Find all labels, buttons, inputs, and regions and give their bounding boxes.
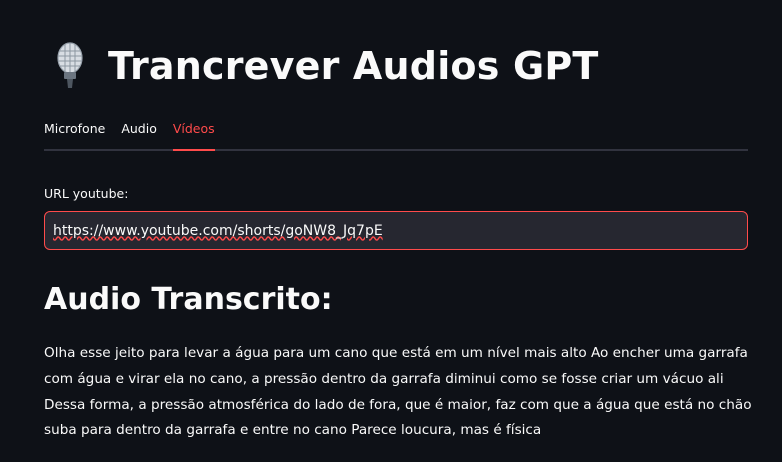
app-page: Trancrever Audios GPT Microfone Audio Ví… — [0, 0, 782, 462]
transcript-text: Olha esse jeito para levar a água para u… — [44, 345, 752, 439]
tab-bar: Microfone Audio Vídeos — [44, 112, 748, 151]
page-title: Trancrever Audios GPT — [108, 44, 599, 88]
youtube-url-input[interactable]: https://www.youtube.com/shorts/goNW8_Jq7… — [44, 211, 748, 250]
url-field-label: URL youtube: — [44, 186, 129, 201]
tab-videos[interactable]: Vídeos — [172, 112, 215, 151]
transcript-heading: Audio Transcrito: — [44, 282, 333, 317]
microphone-icon — [57, 42, 83, 88]
youtube-url-value: https://www.youtube.com/shorts/goNW8_Jq7… — [53, 222, 383, 239]
header: Trancrever Audios GPT — [44, 38, 599, 94]
tab-microfone[interactable]: Microfone — [44, 112, 105, 149]
tab-audio[interactable]: Audio — [121, 112, 157, 149]
